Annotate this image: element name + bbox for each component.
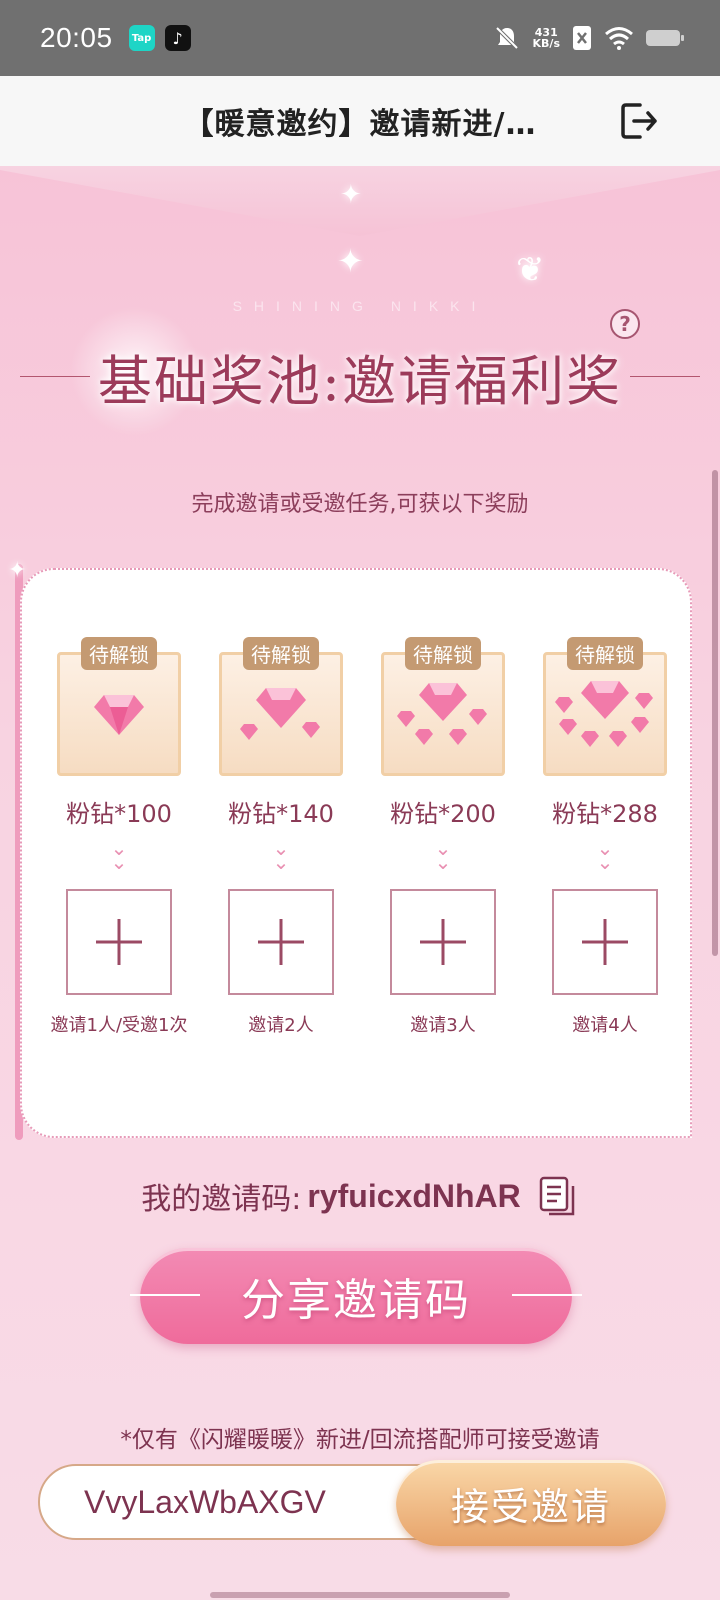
status-time: 20:05	[40, 22, 113, 53]
chevron-down-icon: ⌄ ⌄	[596, 836, 614, 874]
invite-code-label: 我的邀请码:	[141, 1182, 302, 1217]
chevron-down-icon: ⌄ ⌄	[434, 836, 452, 874]
reward-label: 粉钻*288	[552, 800, 658, 828]
accept-invite-row: 接受邀请	[38, 1460, 678, 1546]
reward-image: 待解锁	[219, 637, 343, 776]
mute-bell-icon	[495, 26, 518, 50]
lock-tag: 待解锁	[243, 637, 319, 670]
plus-icon	[582, 919, 628, 965]
reward-image: 待解锁	[57, 637, 181, 776]
logout-icon[interactable]	[618, 100, 660, 142]
accept-invite-button[interactable]: 接受邀请	[396, 1460, 666, 1546]
eligibility-note: *仅有《闪耀暖暖》新进/回流搭配师可接受邀请	[120, 1427, 600, 1453]
taptap-app-icon: Tap	[128, 25, 155, 51]
slot-requirement: 邀请3人	[410, 1015, 476, 1036]
sim-off-icon	[573, 26, 591, 50]
battery-icon	[646, 30, 684, 46]
pink-diamond-icon	[397, 683, 487, 745]
scrollbar[interactable]	[712, 470, 718, 956]
chevron-down-icon: ⌄ ⌄	[272, 836, 290, 874]
wifi-icon	[605, 27, 633, 50]
title-banner: 基础奖池:邀请福利奖	[20, 326, 700, 426]
reward-item[interactable]: 待解锁 粉钻*200 ⌄ ⌄ 邀请3人	[368, 637, 518, 1037]
reward-item[interactable]: 待解锁 粉钻*100 ⌄ ⌄ 邀请1人/受邀1次	[44, 637, 194, 1037]
slot-requirement: 邀请4人	[572, 1015, 638, 1036]
share-invite-code-button[interactable]: 分享邀请码	[130, 1248, 582, 1344]
sparkle-icon: ✦	[674, 1118, 691, 1142]
invite-slot[interactable]	[66, 889, 172, 995]
sparkle-icon: ✦	[340, 180, 362, 210]
chevron-down-icon: ⌄ ⌄	[110, 836, 128, 874]
page-title: 【暖意邀约】邀请新进/…	[183, 107, 537, 142]
reward-image: 待解锁	[381, 637, 505, 776]
reward-item[interactable]: 待解锁 粉钻*140 ⌄ ⌄ 邀请2人	[206, 637, 356, 1037]
main-content: ✦ ✦ ❦ SHINING NIKKI ? 基础奖池:邀请福利奖 完成邀请或受邀…	[0, 166, 720, 1600]
plus-icon	[258, 919, 304, 965]
pink-diamond-icon	[94, 695, 144, 735]
my-invite-code: 我的邀请码: ryfuicxdNhAR	[0, 1174, 720, 1218]
accept-button-label: 接受邀请	[450, 1484, 611, 1529]
pink-diamond-icon	[240, 688, 320, 740]
sparkle-icon: ✦	[8, 558, 27, 583]
brand-watermark: SHINING NIKKI	[232, 298, 488, 314]
status-bar: 20:05 Tap ♪ 431 KB/s	[0, 0, 720, 76]
reward-label: 粉钻*100	[66, 800, 172, 828]
copy-icon[interactable]	[537, 1175, 579, 1217]
reward-image: 待解锁	[543, 637, 667, 776]
invite-code-input[interactable]	[38, 1464, 458, 1540]
reward-item[interactable]: 待解锁 粉钻*288 ⌄ ⌄ 邀请4人	[530, 637, 680, 1037]
rewards-subtitle: 完成邀请或受邀任务,可获以下奖励	[191, 492, 529, 517]
net-speed-unit: KB/s	[532, 37, 560, 50]
invite-slot[interactable]	[552, 889, 658, 995]
section-title: 基础奖池:邀请福利奖	[97, 349, 623, 413]
pink-diamond-icon	[555, 681, 653, 747]
invite-code-value: ryfuicxdNhAR	[307, 1177, 521, 1214]
slot-requirement: 邀请1人/受邀1次	[50, 1015, 188, 1036]
rewards-list: 待解锁 粉钻*100 ⌄ ⌄ 邀请1人/受邀1次 待解锁 粉钻*140 ⌄ ⌄ …	[44, 637, 694, 1092]
lock-tag: 待解锁	[567, 637, 643, 670]
reward-label: 粉钻*200	[390, 800, 496, 828]
reward-label: 粉钻*140	[228, 800, 334, 828]
sparkle-icon: ✦	[337, 242, 364, 280]
network-speed: 431 KB/s	[533, 27, 560, 49]
lock-tag: 待解锁	[405, 637, 481, 670]
slot-requirement: 邀请2人	[248, 1015, 314, 1036]
plus-icon	[420, 919, 466, 965]
page-header: 【暖意邀约】邀请新进/…	[0, 76, 720, 166]
invite-slot[interactable]	[390, 889, 496, 995]
lock-tag: 待解锁	[81, 637, 157, 670]
home-indicator[interactable]	[210, 1592, 510, 1598]
rewards-card: ✦ ✦ 待解锁 粉钻*100 ⌄ ⌄ 邀请1人/受邀1次 待解锁 粉钻*140 …	[8, 558, 694, 1142]
invite-slot[interactable]	[228, 889, 334, 995]
decorative-line	[512, 1294, 582, 1296]
share-button-label: 分享邀请码	[241, 1275, 471, 1326]
decorative-line	[130, 1294, 200, 1296]
plus-icon	[96, 919, 142, 965]
tiktok-app-icon: ♪	[164, 25, 191, 51]
butterfly-icon: ❦	[516, 250, 545, 290]
